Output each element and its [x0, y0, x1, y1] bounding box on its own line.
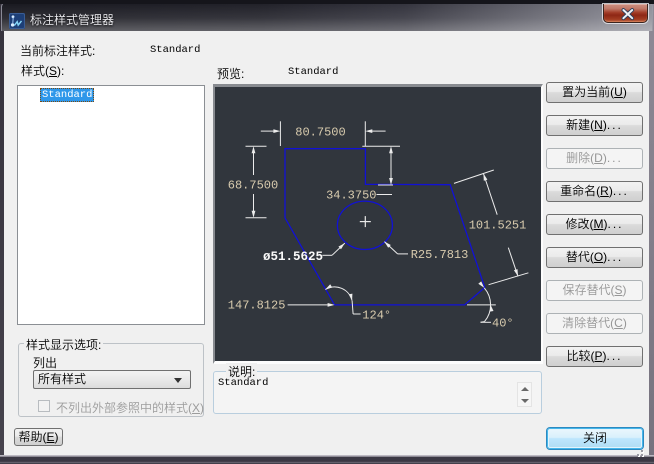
svg-text:R25.7813: R25.7813: [411, 248, 469, 262]
svg-text:ø51.5625: ø51.5625: [263, 250, 323, 264]
svg-text:80.7500: 80.7500: [295, 125, 345, 139]
svg-text:124°: 124°: [362, 309, 391, 323]
svg-text:40°: 40°: [492, 316, 514, 330]
svg-text:34.3750: 34.3750: [326, 189, 376, 203]
svg-text:101.5251: 101.5251: [469, 219, 527, 233]
svg-text:147.8125: 147.8125: [228, 298, 286, 312]
svg-text:68.7500: 68.7500: [228, 179, 278, 193]
